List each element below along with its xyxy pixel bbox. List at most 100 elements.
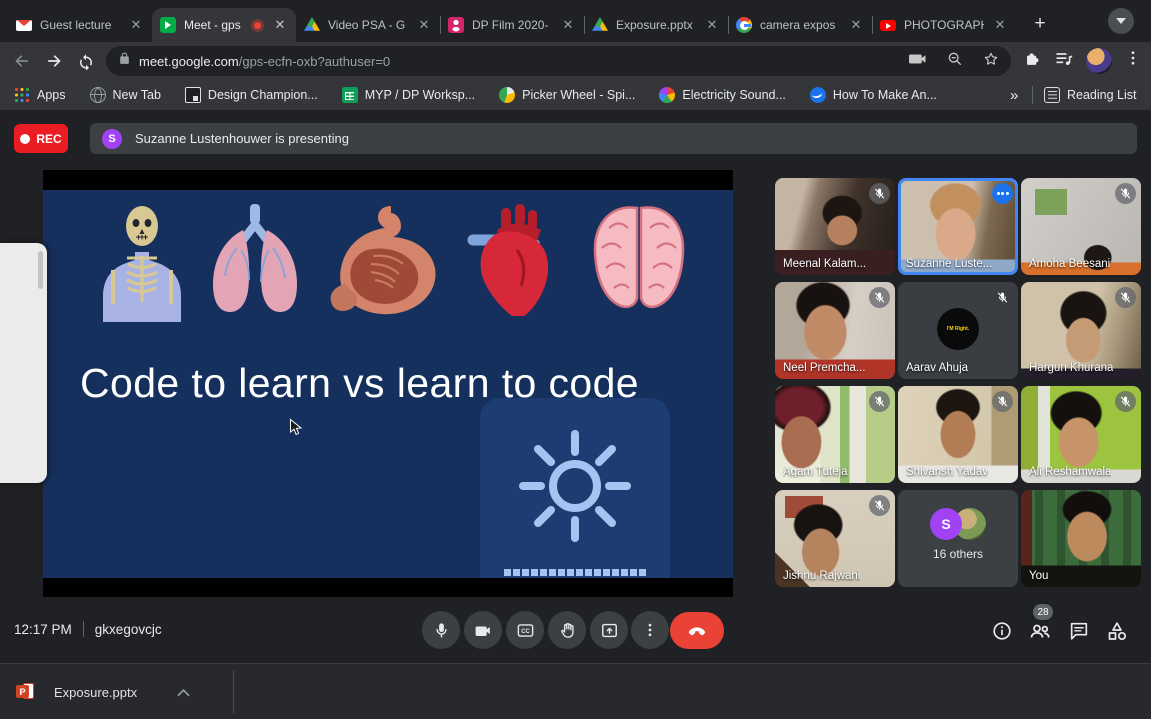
tab-label: PHOTOGRAPH [904, 18, 984, 32]
presenting-text: Suzanne Lustenhouwer is presenting [135, 131, 349, 146]
end-call-button[interactable] [670, 612, 724, 649]
avatar-text: I'M Right. [946, 326, 970, 332]
tab-close-icon[interactable]: ✕ [416, 17, 432, 33]
participant-name: Jishnu Rajwani [783, 570, 861, 582]
bookmark-item[interactable]: New Tab [89, 87, 161, 103]
bookmark-item[interactable]: Design Champion... [184, 87, 318, 103]
url-path: /gps-ecfn-oxb?authuser=0 [238, 53, 391, 69]
browser-tab[interactable]: Meet - gps ✕ [152, 8, 296, 42]
svg-text:CC: CC [521, 629, 530, 635]
more-options-button[interactable] [631, 611, 669, 649]
url-bar[interactable]: meet.google.com/gps-ecfn-oxb?authuser=0 [106, 46, 1011, 76]
url-host: meet.google.com [139, 53, 239, 69]
background-window-peek[interactable] [0, 243, 47, 483]
tab-label: Video PSA - G [328, 18, 406, 32]
tab-search-button[interactable] [1108, 8, 1134, 34]
tab-close-icon[interactable]: ✕ [704, 17, 720, 33]
tile-more-options-icon[interactable] [992, 183, 1013, 204]
bookmark-item[interactable]: MYP / DP Worksp... [341, 87, 475, 103]
zoom-out-icon[interactable] [947, 51, 963, 72]
bookmark-item[interactable]: Electricity Sound... [659, 87, 786, 103]
participants-icon[interactable] [1028, 619, 1052, 643]
tab-close-icon[interactable]: ✕ [992, 17, 1008, 33]
mic-muted-icon [869, 495, 890, 516]
participant-tile[interactable]: Hargun Khurana [1021, 282, 1141, 379]
brightness-hud [480, 398, 670, 578]
reading-list-button[interactable]: Reading List [1044, 87, 1137, 103]
tab-label: Meet - gps [184, 18, 241, 32]
downloaded-file-name: Exposure.pptx [54, 684, 138, 700]
browser-tab[interactable]: camera expos ✕ [728, 8, 872, 42]
tab-strip: Guest lecture ✕ Meet - gps ✕ Video PSA -… [0, 0, 1151, 42]
present-screen-button[interactable] [590, 611, 628, 649]
participant-tile[interactable]: Shivansh Yadav [898, 386, 1018, 483]
captions-button[interactable]: CC [506, 611, 544, 649]
browser-tab[interactable]: Exposure.pptx ✕ [584, 8, 728, 42]
tab-favicon-icon [592, 17, 608, 31]
participant-tile[interactable]: Ali Reshamwala [1021, 386, 1141, 483]
participant-tile[interactable]: Neel Premcha... [775, 282, 895, 379]
browser-tab[interactable]: Video PSA - G ✕ [296, 8, 440, 42]
tab-label: Guest lecture [40, 18, 112, 32]
browser-tab[interactable]: Guest lecture ✕ [8, 8, 152, 42]
meeting-details-icon[interactable] [990, 619, 1014, 643]
group-avatars: S [930, 508, 986, 540]
bookmark-label: Design Champion... [207, 88, 318, 102]
extensions-icon[interactable] [1022, 49, 1042, 69]
participant-tile[interactable]: Suzanne Luste... [898, 178, 1018, 275]
bookmark-item[interactable]: How To Make An... [809, 87, 937, 103]
lungs-image [213, 204, 297, 312]
chevron-down-icon [1116, 18, 1126, 24]
camera-permission-icon[interactable] [909, 52, 927, 71]
rec-label: REC [36, 131, 62, 146]
microphone-button[interactable] [422, 611, 460, 649]
bookmark-favicon-icon [659, 87, 676, 103]
tab-close-icon[interactable]: ✕ [128, 17, 144, 33]
media-controls-icon[interactable] [1054, 49, 1074, 69]
participant-name: Aarav Ahuja [906, 362, 969, 374]
participant-tile[interactable]: Agam Tuteja [775, 386, 895, 483]
tab-favicon-icon [304, 17, 320, 31]
mic-muted-icon [1115, 183, 1136, 204]
skeleton-image [103, 206, 181, 322]
raise-hand-button[interactable] [548, 611, 586, 649]
tab-close-icon[interactable]: ✕ [848, 17, 864, 33]
tab-close-icon[interactable]: ✕ [272, 17, 288, 33]
tab-close-icon[interactable]: ✕ [560, 17, 576, 33]
tab-label: DP Film 2020- [472, 18, 549, 32]
downloaded-file-chip[interactable]: Exposure.pptx [16, 676, 190, 708]
download-menu-chevron-icon[interactable] [177, 688, 190, 697]
bookmarks-overflow-chevron[interactable]: » [1010, 87, 1018, 104]
profile-avatar[interactable] [1086, 48, 1112, 74]
tab-label: camera expos [760, 18, 836, 32]
activities-icon[interactable] [1105, 619, 1129, 643]
bookmark-label: Electricity Sound... [682, 88, 786, 102]
forward-button[interactable] [42, 49, 66, 73]
bookmarks-bar: Apps New Tab Design Champion... MYP / DP… [0, 80, 1151, 110]
divider [233, 670, 234, 714]
back-button[interactable] [10, 49, 34, 73]
bookmark-star-icon[interactable] [983, 51, 999, 72]
participant-name: Meenal Kalam... [783, 258, 867, 270]
participant-tile[interactable]: Meenal Kalam... [775, 178, 895, 275]
browser-tab[interactable]: PHOTOGRAPH ✕ [872, 8, 1016, 42]
participant-tile[interactable]: Jishnu Rajwani [775, 490, 895, 587]
bookmark-label: Apps [37, 88, 66, 102]
bookmark-item[interactable]: Picker Wheel - Spi... [499, 87, 635, 103]
participant-tile[interactable]: I'M Right. Aarav Ahuja [898, 282, 1018, 379]
brain-image [593, 206, 685, 309]
browser-tab[interactable]: DP Film 2020- ✕ [440, 8, 584, 42]
participant-tile[interactable]: Amoha Beesani [1021, 178, 1141, 275]
browser-menu-icon[interactable] [1124, 49, 1142, 67]
slide-images [43, 204, 733, 322]
reload-button[interactable] [74, 49, 98, 73]
divider [82, 621, 84, 637]
download-shelf: Exposure.pptx Show all [0, 663, 1151, 719]
new-tab-button[interactable]: + [1026, 10, 1054, 38]
chat-icon[interactable] [1067, 619, 1091, 643]
mic-muted-icon [869, 183, 890, 204]
participant-tile[interactable]: You [1021, 490, 1141, 587]
bookmark-item[interactable]: Apps [14, 87, 66, 103]
camera-button[interactable] [464, 611, 502, 649]
participant-tile[interactable]: S 16 others [898, 490, 1018, 587]
